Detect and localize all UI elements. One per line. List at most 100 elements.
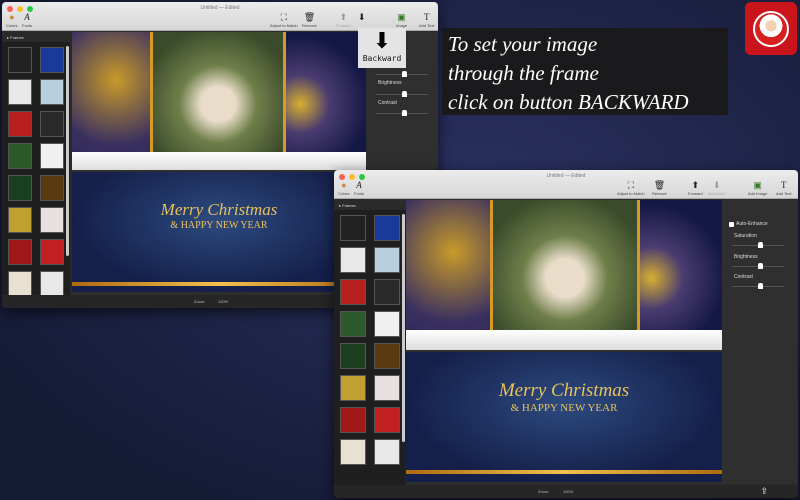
zoom-select[interactable]: 100% <box>563 489 573 494</box>
frame-thumbnail[interactable] <box>374 375 400 401</box>
frame-thumbnail[interactable] <box>8 79 32 105</box>
frame-thumbnail[interactable] <box>40 271 64 297</box>
saturation-slider[interactable] <box>732 242 784 248</box>
frame-thumbnail[interactable] <box>8 207 32 233</box>
frame-thumbnail[interactable] <box>340 439 366 465</box>
app-window-front: Untitled — Edited ● Colors A Fonts ⛶ Adjust… <box>334 170 798 498</box>
photo[interactable] <box>150 32 286 152</box>
frame-thumbnail[interactable] <box>8 47 32 73</box>
forward-button[interactable]: ⬆ Forward <box>336 12 351 28</box>
arrow-up-icon: ⬆ <box>339 12 348 22</box>
canvas[interactable]: Merry Christmas & HAPPY NEW YEAR <box>72 32 366 295</box>
adjust-to-match-button[interactable]: ⛶ Adjust to Match <box>270 12 298 28</box>
contrast-label: Contrast <box>378 100 397 106</box>
frame-thumbnail[interactable] <box>374 439 400 465</box>
colors-button[interactable]: ● Colors <box>6 12 18 28</box>
frame-thumbnail[interactable] <box>40 111 64 137</box>
backward-button[interactable]: ⬇ Backward <box>708 180 726 196</box>
fit-icon: ⛶ <box>280 12 287 22</box>
frame-divider <box>406 330 722 350</box>
frames-header[interactable]: ▸ Frames <box>2 32 70 42</box>
christmas-card: Merry Christmas & HAPPY NEW YEAR <box>406 352 722 482</box>
image-icon: ▣ <box>397 12 406 22</box>
caption-line: through the frame <box>448 61 599 85</box>
color-wheel-icon: ● <box>9 12 15 22</box>
text-icon: T <box>424 12 430 22</box>
frame-thumbnail[interactable] <box>374 343 400 369</box>
text-icon: T <box>781 180 787 190</box>
frames-header[interactable]: ▸ Frames <box>334 200 406 210</box>
font-icon: A <box>24 12 30 22</box>
frame-thumbnail[interactable] <box>340 279 366 305</box>
frame-thumbnail[interactable] <box>340 247 366 273</box>
frame-thumbnail[interactable] <box>8 111 32 137</box>
caption-line: click on button BACKWARD <box>448 90 689 114</box>
frame-thumbnail[interactable] <box>340 311 366 337</box>
backward-button[interactable]: ⬇ <box>358 12 366 23</box>
trash-icon: 🗑 <box>303 12 316 22</box>
scrollbar[interactable] <box>66 46 69 257</box>
fonts-button[interactable]: A Fonts <box>354 180 364 196</box>
frame-thumbnails <box>334 210 406 470</box>
colors-button[interactable]: ● Colors <box>338 180 350 196</box>
adjust-panel: Auto-Enhance Saturation Brightness Contr… <box>722 200 798 484</box>
frame-thumbnail[interactable] <box>340 343 366 369</box>
frame-thumbnail[interactable] <box>40 47 64 73</box>
add-image-button[interactable]: ▣ Image <box>396 12 407 28</box>
christmas-card: Merry Christmas & HAPPY NEW YEAR <box>72 172 366 292</box>
brightness-slider[interactable] <box>376 91 428 97</box>
arrow-down-icon: ⬇ <box>358 12 366 22</box>
auto-enhance-label: Auto-Enhance <box>736 221 768 227</box>
frame-thumbnail[interactable] <box>40 143 64 169</box>
frame-thumbnail[interactable] <box>8 271 32 297</box>
frame-thumbnail[interactable] <box>40 239 64 265</box>
caption-line: To set your image <box>448 32 598 56</box>
arrow-down-icon: ⬇ <box>372 28 392 53</box>
auto-enhance-checkbox[interactable]: Auto-Enhance <box>729 221 768 227</box>
frame-thumbnail[interactable] <box>374 215 400 241</box>
card-subtitle: & HAPPY NEW YEAR <box>170 220 268 231</box>
remove-button[interactable]: 🗑 Remove <box>652 180 667 196</box>
export-icon[interactable]: ⇪ <box>760 486 768 497</box>
zoom-label: Zoom: <box>194 299 206 304</box>
fonts-button[interactable]: A Fonts <box>22 12 32 28</box>
frame-thumbnail[interactable] <box>374 311 400 337</box>
frame-thumbnail[interactable] <box>40 175 64 201</box>
frame-thumbnail[interactable] <box>40 207 64 233</box>
caption-box: To set your image through the frame clic… <box>442 28 728 115</box>
zoom-label: Zoom: <box>538 489 550 494</box>
frame-thumbnail[interactable] <box>8 175 32 201</box>
status-bar: Zoom: 100% ⇪ <box>334 485 798 498</box>
frames-sidebar: ▸ Frames <box>2 32 70 297</box>
checkbox-icon <box>729 221 734 227</box>
scrollbar[interactable] <box>402 214 405 442</box>
add-text-button[interactable]: T Add Text <box>419 12 435 28</box>
add-text-button[interactable]: T Add Text <box>776 180 792 196</box>
frame-thumbnail[interactable] <box>340 375 366 401</box>
frame-thumbnail[interactable] <box>8 143 32 169</box>
canvas[interactable]: Merry Christmas & HAPPY NEW YEAR <box>406 200 722 484</box>
frame-thumbnail[interactable] <box>40 79 64 105</box>
contrast-slider[interactable] <box>376 110 428 116</box>
contrast-slider[interactable] <box>732 283 784 289</box>
frame-thumbnail[interactable] <box>340 407 366 433</box>
adjust-to-match-button[interactable]: ⛶ Adjust to Match <box>617 180 645 196</box>
frame-thumbnail[interactable] <box>374 247 400 273</box>
card-subtitle: & HAPPY NEW YEAR <box>510 402 618 414</box>
frame-thumbnail[interactable] <box>374 279 400 305</box>
brightness-label: Brightness <box>734 254 758 260</box>
add-image-button[interactable]: ▣ Add Image <box>748 180 767 196</box>
remove-button[interactable]: 🗑 Remove <box>302 12 317 28</box>
frame-thumbnail[interactable] <box>340 215 366 241</box>
toolbar: Untitled — Edited ● Colors A Fonts ⛶ Adjust… <box>334 170 798 199</box>
saturation-slider[interactable] <box>376 71 428 77</box>
toolbar: Untitled — Edited ● Colors A Fonts ⛶ Adjust… <box>2 2 438 31</box>
fit-icon: ⛶ <box>627 180 634 190</box>
card-title: Merry Christmas <box>160 200 278 219</box>
photo[interactable] <box>490 200 640 330</box>
zoom-select[interactable]: 100% <box>218 299 228 304</box>
forward-button[interactable]: ⬆ Forward <box>688 180 703 196</box>
frame-thumbnail[interactable] <box>8 239 32 265</box>
brightness-slider[interactable] <box>732 263 784 269</box>
frame-thumbnail[interactable] <box>374 407 400 433</box>
